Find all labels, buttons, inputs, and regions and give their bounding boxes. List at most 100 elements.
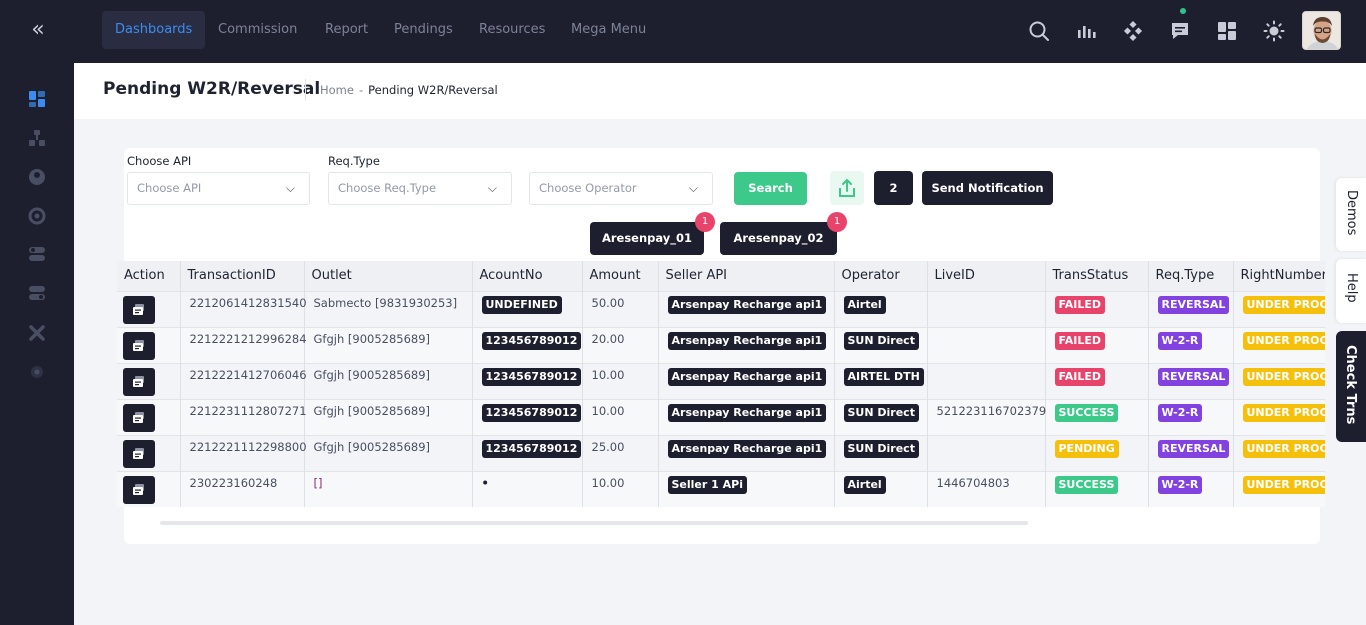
table-row: 2212221112298800 Gfgjh [9005285689] 1234… [117,434,1325,471]
help-tab[interactable]: Help [1336,259,1366,323]
upload-icon [839,179,855,197]
transactions-table: Action TransactionID Outlet AcountNo Amo… [117,261,1325,508]
req-type-placeholder: Choose Req.Type [338,181,437,195]
right-number-badge: UNDER PROCESS [1242,296,1325,314]
page-title: Pending W2R/Reversal [103,79,321,99]
sun-icon[interactable] [1263,20,1285,42]
toggle-icon[interactable] [28,245,46,263]
user-icon[interactable] [28,168,46,186]
nav-commission[interactable]: Commission [205,11,310,49]
nav-pendings[interactable]: Pendings [381,11,466,49]
right-number-badge: UNDER PROCESS [1242,368,1325,386]
api-chip-aresenpay-01[interactable]: Aresenpay_01 [590,222,704,255]
account-number: 123456789012 [481,404,582,422]
column-header: Action [117,261,181,291]
nav-resources[interactable]: Resources [466,11,558,49]
column-header: Amount [582,261,659,291]
operator: Airtel [843,476,886,495]
message-icon [133,339,144,351]
transaction-id: 2212221412706046 [189,368,307,382]
live-id: 521223116702379 [936,404,1047,418]
column-header: TransStatus [1045,261,1149,291]
api-chip-badge: 1 [827,212,847,232]
horizontal-scrollbar[interactable] [160,521,1028,525]
nav-report[interactable]: Report [312,11,381,49]
settings-icon[interactable] [28,363,46,381]
column-header: AcountNo [472,261,583,291]
amount: 50.00 [591,296,625,310]
check-trns-tab-label: Check Trns [1343,345,1358,425]
column-header: Req.Type [1148,261,1234,291]
message-icon [133,483,144,495]
column-header: Seller API [658,261,835,291]
status-badge: SUCCESS [1054,476,1119,495]
operator: Airtel [843,296,886,314]
choose-api-select[interactable]: Choose API ⌵ [127,172,310,205]
choose-api-label: Choose API [127,154,192,168]
tree-icon[interactable] [28,129,46,147]
account-number: 123456789012 [481,332,582,350]
row-action-button[interactable] [123,475,155,504]
row-action-button[interactable] [123,295,155,324]
table-row: 2212221412706046 Gfgjh [9005285689] 1234… [117,362,1325,399]
apps-icon[interactable] [1122,20,1144,42]
row-action-button[interactable] [123,403,155,432]
collapse-sidebar-icon[interactable]: « [26,19,50,42]
chat-icon[interactable] [1169,20,1191,42]
table-header-row: Action TransactionID Outlet AcountNo Amo… [117,261,1325,291]
toggle-alt-icon[interactable] [28,284,46,302]
support-icon[interactable] [28,207,46,225]
row-action-button[interactable] [123,331,155,360]
tools-icon[interactable] [28,324,46,342]
right-number-badge: UNDER PROCESS [1242,404,1325,422]
avatar[interactable] [1302,11,1341,50]
row-action-button[interactable] [123,367,155,396]
amount: 20.00 [591,332,625,346]
message-icon [133,303,144,315]
search-button[interactable]: Search [734,172,807,205]
status-badge: FAILED [1054,296,1106,314]
outlet: Gfgjh [9005285689] [313,332,431,346]
chart-icon[interactable] [1075,20,1097,42]
operator-select[interactable]: Choose Operator ⌵ [529,172,713,205]
status-badge: FAILED [1054,368,1106,386]
transaction-id: 2212221212996284 [189,332,307,346]
demos-tab-label: Demos [1344,190,1359,236]
req-type-select[interactable]: Choose Req.Type ⌵ [328,172,512,205]
demos-tab[interactable]: Demos [1336,178,1366,251]
export-button[interactable] [830,171,864,205]
outlet: Sabmecto [9831930253] [313,296,458,310]
count-button[interactable]: 2 [874,171,913,205]
operator-placeholder: Choose Operator [539,181,637,195]
help-tab-label: Help [1344,273,1359,303]
seller-api: Arsenpay Recharge api1 [667,440,827,458]
api-chip-aresenpay-02[interactable]: Aresenpay_02 [720,222,837,255]
account-number: 123456789012 [481,368,582,386]
req-type-badge: W-2-R [1157,476,1203,495]
column-header: Outlet [304,261,473,291]
dashboard-icon[interactable] [28,90,46,108]
send-notification-button[interactable]: Send Notification [922,171,1053,205]
transaction-id: 2212231112807271 [189,404,307,418]
row-action-button[interactable] [123,439,155,468]
nav-dashboards[interactable]: Dashboards [102,11,206,49]
operator: AIRTEL DTH [843,368,924,386]
seller-api: Arsenpay Recharge api1 [667,296,827,314]
chevron-down-icon: ⌵ [285,181,295,195]
breadcrumb-home-link[interactable]: Home [320,83,354,97]
nav-mega-menu[interactable]: Mega Menu [558,11,659,49]
grid-icon[interactable] [1216,20,1238,42]
notification-dot [1180,8,1186,14]
message-icon [133,375,144,387]
sidebar: « [0,0,74,625]
table-row: 2212221212996284 Gfgjh [9005285689] 1234… [117,326,1325,363]
seller-api: Arsenpay Recharge api1 [667,332,827,350]
transaction-id: 2212061412831540 [189,296,307,310]
outlet: Gfgjh [9005285689] [313,404,431,418]
search-icon[interactable] [1028,20,1050,42]
seller-api: Arsenpay Recharge api1 [667,368,827,386]
req-type-badge: REVERSAL [1157,368,1230,386]
check-trns-tab[interactable]: Check Trns [1336,331,1366,442]
breadcrumb-current: Pending W2R/Reversal [368,83,498,97]
transaction-id: 230223160248 [189,476,278,491]
